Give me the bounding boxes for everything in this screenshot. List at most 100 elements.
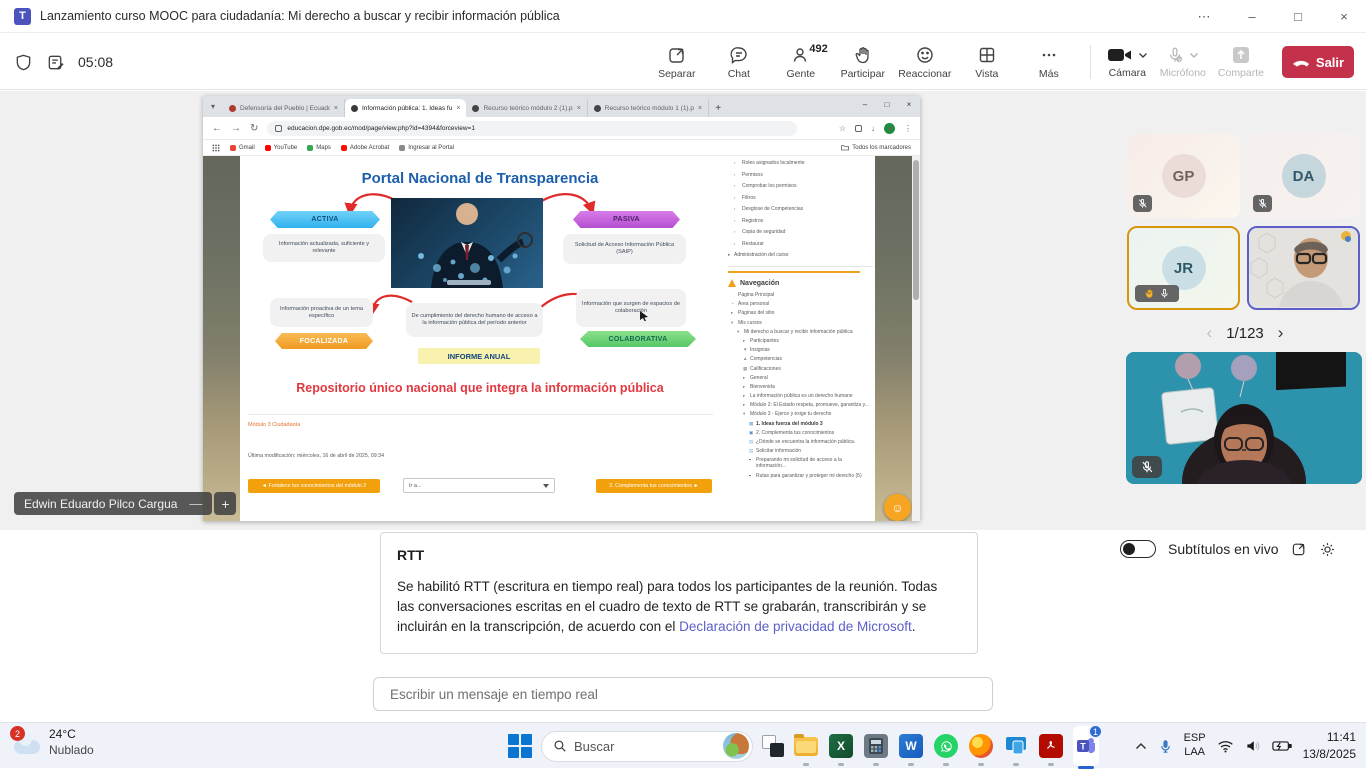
mic-control[interactable]: Micrófono	[1156, 46, 1210, 79]
taskbar-app-teams[interactable]: T 1	[1073, 728, 1099, 764]
tab-close-icon[interactable]: ×	[577, 105, 581, 112]
nav-item[interactable]: Rutas para garantizar y proteger mi dere…	[756, 473, 873, 479]
browser-menu-icon[interactable]: ⋮	[904, 124, 912, 133]
camera-chevron-icon[interactable]	[1138, 51, 1148, 59]
nav-item[interactable]: Bienvenida	[750, 384, 873, 390]
browser-tab[interactable]: Recurso teórico módulo 2 (1).p ×	[466, 99, 587, 117]
nav-item[interactable]: Insignias	[750, 347, 873, 353]
apps-grid-icon[interactable]	[212, 144, 220, 152]
nav-item[interactable]: Módulo 3 - Ejerce y exige tu derecho	[750, 411, 873, 417]
prev-module-button[interactable]: ◄ Fortalece tus conocimientos del módulo…	[248, 479, 380, 493]
participant-tile-video[interactable]	[1247, 226, 1360, 310]
nav-item[interactable]: Preparando mi solicitud de acceso a la i…	[756, 457, 873, 469]
module-link[interactable]: Módulo 3 Ciudadanía	[248, 422, 300, 428]
site-settings-icon[interactable]	[275, 125, 282, 132]
pager-prev-icon[interactable]: ‹	[1207, 323, 1213, 343]
admin-menu-item[interactable]: Registros	[742, 218, 873, 224]
close-button[interactable]: ×	[1322, 0, 1366, 33]
admin-menu-item[interactable]: Filtros	[742, 195, 873, 201]
admin-menu-item[interactable]: Roles asignados localmente	[742, 160, 873, 166]
reload-icon[interactable]: ↻	[250, 123, 258, 134]
nav-item[interactable]: Página Principal	[738, 292, 873, 298]
admin-menu-item[interactable]: Restaurar	[742, 241, 873, 247]
rtt-message-input[interactable]	[373, 677, 993, 711]
tray-mic-icon[interactable]	[1158, 739, 1173, 754]
tab-close-icon[interactable]: ×	[698, 105, 702, 112]
participar-button[interactable]: Participar	[834, 45, 892, 80]
captions-settings-gear-icon[interactable]	[1319, 541, 1336, 558]
privacy-link[interactable]: Declaración de privacidad de Microsoft	[679, 619, 912, 634]
weather-widget[interactable]: 2 24°C Nublado	[12, 727, 94, 757]
search-highlight-image[interactable]	[723, 733, 749, 759]
volume-icon[interactable]	[1245, 739, 1261, 753]
browser-minimize-button[interactable]: –	[854, 96, 876, 112]
titlebar-more-icon[interactable]: ⋯	[1182, 0, 1226, 33]
separar-button[interactable]: Separar	[648, 45, 706, 80]
browser-close-button[interactable]: ×	[898, 96, 920, 112]
tab-close-icon[interactable]: ×	[334, 105, 338, 112]
pager-next-icon[interactable]: ›	[1278, 323, 1284, 343]
browser-tab[interactable]: Defensoría del Pueblo | Ecuado ×	[223, 99, 345, 117]
course-admin-root[interactable]: Administración del curso	[734, 252, 873, 258]
nav-item[interactable]: 1. Ideas fuerza del módulo 3	[756, 421, 873, 427]
nav-item[interactable]: Módulo 2: El Estado respeta, promueve, g…	[750, 402, 873, 408]
nav-item[interactable]: Calificaciones	[750, 366, 873, 372]
next-activity-button[interactable]: 2. Complementa tus conocimientos ►	[596, 479, 712, 493]
taskbar-app-explorer[interactable]	[793, 728, 819, 764]
tab-close-icon[interactable]: ×	[456, 105, 460, 112]
nav-item[interactable]: ¿Dónde se encuentra la información públi…	[756, 439, 873, 445]
taskbar-app-acrobat[interactable]	[1038, 728, 1064, 764]
zoom-out-button[interactable]: —	[189, 496, 202, 511]
captions-toggle[interactable]	[1120, 540, 1156, 558]
zoom-in-button[interactable]: +	[214, 492, 236, 515]
bookmark-star-icon[interactable]: ☆	[839, 124, 846, 133]
admin-menu-item[interactable]: Comprobar los permisos	[742, 183, 873, 189]
browser-profile-avatar[interactable]: e	[884, 123, 895, 134]
notes-icon[interactable]	[46, 53, 65, 72]
taskbar-app-whatsapp[interactable]	[933, 728, 959, 764]
participant-tile-da[interactable]: DA	[1247, 134, 1360, 218]
share-control[interactable]: Comparte	[1214, 46, 1268, 79]
vista-button[interactable]: Vista	[958, 45, 1016, 80]
taskbar-app-excel[interactable]: X	[828, 728, 854, 764]
bookmark-item[interactable]: Maps	[307, 145, 331, 151]
wifi-icon[interactable]	[1217, 739, 1234, 753]
taskbar-app-calculator[interactable]	[863, 728, 889, 764]
admin-menu-item[interactable]: Desglose de Competencias	[742, 206, 873, 212]
nav-item[interactable]: Páginas del sitio	[738, 310, 873, 316]
browser-maximize-button[interactable]: □	[876, 96, 898, 112]
admin-menu-item[interactable]: Permisos	[742, 172, 873, 178]
salir-button[interactable]: Salir	[1282, 46, 1354, 78]
moodle-fab-button[interactable]: ☺	[884, 494, 911, 521]
task-view-button[interactable]	[762, 735, 784, 757]
mas-button[interactable]: Más	[1020, 45, 1078, 80]
maximize-button[interactable]: □	[1276, 0, 1320, 33]
spotlight-video-tile[interactable]	[1126, 352, 1362, 484]
taskbar-app-firefox[interactable]	[968, 728, 994, 764]
jump-to-select[interactable]: Ir a...	[403, 478, 555, 493]
browser-tab[interactable]: Recurso teórico módulo 1 (1).p ×	[588, 99, 709, 117]
nav-item[interactable]: Competencias	[750, 356, 873, 362]
tab-search-chevron-icon[interactable]: ▾	[203, 96, 223, 117]
camera-control[interactable]: Cámara	[1103, 46, 1152, 79]
back-icon[interactable]: ←	[212, 123, 222, 134]
page-scrollbar[interactable]	[912, 156, 920, 521]
nav-item[interactable]: Mis cursos	[738, 320, 873, 326]
participant-tile-jr[interactable]: JR	[1127, 226, 1240, 310]
bookmark-item[interactable]: Ingresar al Portal	[399, 145, 454, 151]
chat-button[interactable]: Chat	[710, 45, 768, 80]
bookmark-item[interactable]: Gmail	[230, 145, 255, 151]
new-tab-button[interactable]: +	[709, 103, 727, 114]
popout-captions-icon[interactable]	[1291, 541, 1307, 557]
nav-item[interactable]: Mi derecho a buscar y recibir informació…	[744, 329, 873, 335]
nav-item[interactable]: 2. Complementa tus conocimientos	[756, 430, 873, 436]
tab-group-icon[interactable]	[855, 125, 862, 132]
taskbar-app-remote[interactable]	[1003, 728, 1029, 764]
scrollbar-thumb[interactable]	[913, 160, 919, 300]
taskbar-clock[interactable]: 11:41 13/8/2025	[1303, 729, 1356, 763]
shield-icon[interactable]	[14, 53, 33, 72]
bookmark-item[interactable]: Adobe Acrobat	[341, 145, 389, 151]
gente-button[interactable]: 492 Gente	[772, 45, 830, 80]
admin-menu-item[interactable]: Copia de seguridad	[742, 229, 873, 235]
nav-item[interactable]: Solicitar información	[756, 448, 873, 454]
